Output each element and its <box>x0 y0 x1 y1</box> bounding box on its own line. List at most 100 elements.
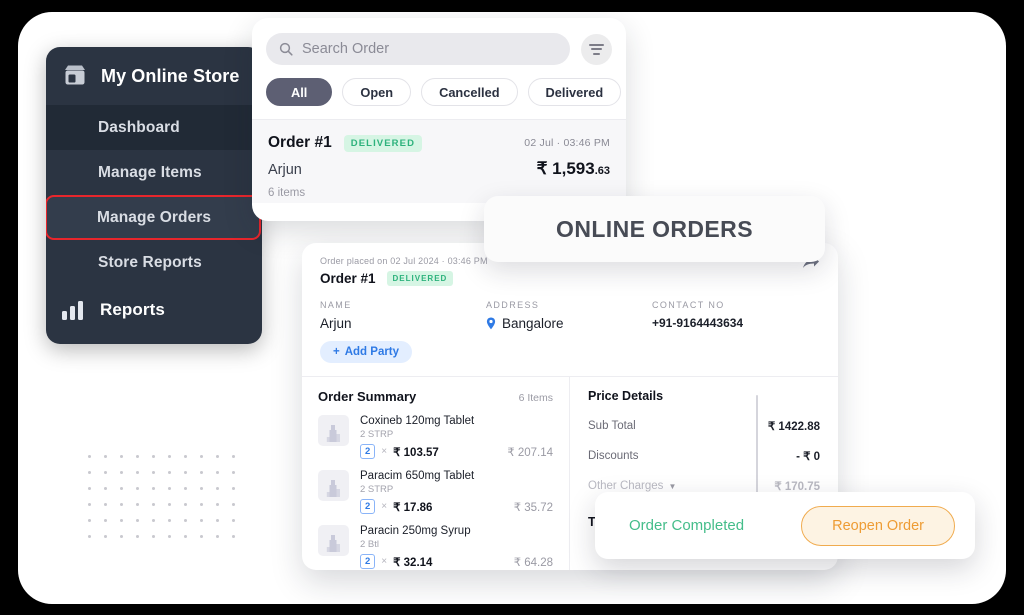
filter-icon[interactable] <box>581 33 612 65</box>
screenshot-root: My Online Store Dashboard Manage Items M… <box>0 0 1024 615</box>
item-unit-price: ₹ 17.86 <box>393 501 433 514</box>
sidebar-item-manage-items[interactable]: Manage Items <box>46 150 262 195</box>
dot <box>216 471 219 474</box>
dot <box>88 471 91 474</box>
search-placeholder: Search Order <box>302 41 390 57</box>
dot <box>152 535 155 538</box>
dot <box>216 487 219 490</box>
dot <box>120 487 123 490</box>
item-quantity[interactable]: 2 <box>360 554 376 569</box>
dot <box>184 519 187 522</box>
price-label: Sub Total <box>588 420 636 432</box>
item-thumbnail <box>318 470 349 501</box>
info-value-wrap: Bangalore <box>486 316 652 331</box>
info-label: CONTACT NO <box>652 300 725 310</box>
price-label: Discounts <box>588 450 639 462</box>
dot <box>152 487 155 490</box>
search-row: Search Order <box>252 18 626 65</box>
chip-delivered[interactable]: Delivered <box>527 78 622 106</box>
order-item[interactable]: Paracin 250mg Syrup 2 Btl 2 × ₹ 32.14 ₹ … <box>318 525 553 569</box>
price-row-discounts: Discounts - ₹ 0 <box>588 449 820 463</box>
dot <box>200 471 203 474</box>
search-icon <box>279 42 293 56</box>
detail-status-badge: DELIVERED <box>386 271 454 286</box>
item-unit: 2 STRP <box>360 484 394 495</box>
bottle-icon <box>326 480 340 497</box>
sidebar-item-manage-orders[interactable]: Manage Orders <box>46 195 261 240</box>
item-quantity[interactable]: 2 <box>360 444 376 459</box>
bar-chart-icon <box>62 300 86 320</box>
price-row-other-charges[interactable]: Other Charges ▼ ₹ 170.75 <box>588 479 820 493</box>
summary-scrollbar[interactable] <box>755 395 758 497</box>
item-body: Paracim 650mg Tablet 2 STRP 2 × ₹ 17.86 … <box>360 470 553 514</box>
chip-open[interactable]: Open <box>342 78 412 106</box>
sidebar-item-store-reports[interactable]: Store Reports <box>46 240 262 285</box>
order-item[interactable]: Coxineb 120mg Tablet 2 STRP 2 × ₹ 103.57… <box>318 415 553 459</box>
sidebar-header: My Online Store <box>46 47 262 105</box>
item-body: Coxineb 120mg Tablet 2 STRP 2 × ₹ 103.57… <box>360 415 553 459</box>
order-date: 02 Jul · 03:46 PM <box>524 137 610 149</box>
location-pin-icon <box>486 317 496 330</box>
reopen-order-button[interactable]: Reopen Order <box>801 505 955 546</box>
dot <box>168 471 171 474</box>
search-input[interactable]: Search Order <box>266 33 570 65</box>
item-name: Paracim 650mg Tablet <box>360 470 475 482</box>
sidebar: My Online Store Dashboard Manage Items M… <box>46 47 262 344</box>
store-icon <box>62 64 88 88</box>
info-label: ADDRESS <box>486 300 540 310</box>
item-unit-price: ₹ 32.14 <box>393 556 433 569</box>
item-name: Coxineb 120mg Tablet <box>360 415 475 427</box>
dot <box>136 455 139 458</box>
price-value: ₹ 1422.88 <box>767 421 820 433</box>
online-orders-callout: ONLINE ORDERS <box>484 196 825 262</box>
dot <box>232 503 235 506</box>
dot <box>120 519 123 522</box>
dot <box>232 487 235 490</box>
sidebar-item-dashboard[interactable]: Dashboard <box>46 105 262 150</box>
order-list-panel: Search Order All Open Cancelled Delivere… <box>252 18 626 221</box>
dot <box>88 455 91 458</box>
dot <box>184 455 187 458</box>
dot <box>88 519 91 522</box>
item-quantity[interactable]: 2 <box>360 499 376 514</box>
info-address: ADDRESS Bangalore <box>486 300 652 331</box>
info-label: NAME <box>320 300 352 310</box>
dot <box>216 455 219 458</box>
info-name: NAME Arjun <box>320 300 486 331</box>
sidebar-item-label: Manage Orders <box>97 208 212 226</box>
sidebar-item-reports[interactable]: Reports <box>46 285 262 335</box>
dot <box>88 535 91 538</box>
dot <box>168 519 171 522</box>
dot <box>136 519 139 522</box>
dot <box>152 471 155 474</box>
dot <box>152 503 155 506</box>
dot <box>168 487 171 490</box>
dot <box>200 455 203 458</box>
item-line-total: ₹ 35.72 <box>513 501 553 514</box>
item-line-total: ₹ 207.14 <box>507 446 553 459</box>
item-name: Paracin 250mg Syrup <box>360 525 471 537</box>
dot <box>88 503 91 506</box>
item-body: Paracin 250mg Syrup 2 Btl 2 × ₹ 32.14 ₹ … <box>360 525 553 569</box>
bottle-icon <box>326 425 340 442</box>
multiply-icon: × <box>381 501 388 512</box>
dot <box>184 503 187 506</box>
price-row-subtotal: Sub Total ₹ 1422.88 <box>588 419 820 433</box>
dot <box>200 503 203 506</box>
dot <box>120 471 123 474</box>
bottle-icon <box>326 535 340 552</box>
order-row-mid: Arjun ₹ 1,593.63 <box>268 159 610 179</box>
status-badge: DELIVERED <box>343 134 423 152</box>
chip-cancelled[interactable]: Cancelled <box>421 78 518 106</box>
dot <box>200 535 203 538</box>
add-party-button[interactable]: + Add Party <box>320 341 413 363</box>
summary-header: Order Summary 6 Items <box>318 389 553 404</box>
item-line-total: ₹ 64.28 <box>513 556 553 569</box>
price-label: Other Charges <box>588 480 664 492</box>
chip-all[interactable]: All <box>266 78 333 106</box>
order-item[interactable]: Paracim 650mg Tablet 2 STRP 2 × ₹ 17.86 … <box>318 470 553 514</box>
plus-icon: + <box>333 346 340 358</box>
dot <box>232 471 235 474</box>
order-action-bar: Order Completed Reopen Order <box>595 492 975 559</box>
order-list-row[interactable]: Order #1 DELIVERED 02 Jul · 03:46 PM Arj… <box>252 120 626 203</box>
